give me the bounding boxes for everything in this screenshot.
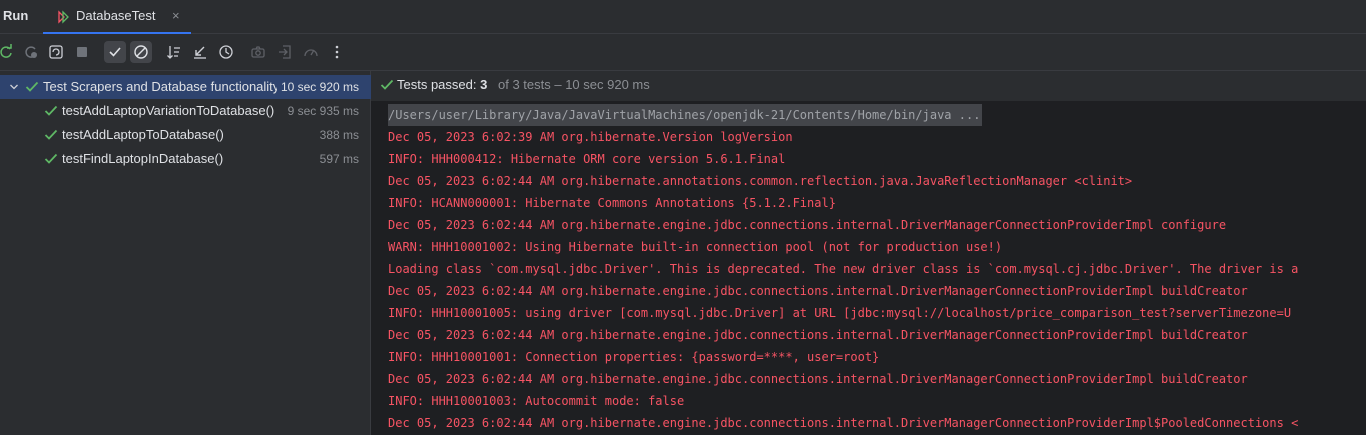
tree-item[interactable]: testAddLaptopVariationToDatabase() 9 sec… <box>0 99 371 123</box>
tree-item-duration: 597 ms <box>319 152 359 166</box>
show-passed-icon[interactable] <box>104 41 126 63</box>
console-line: Dec 05, 2023 6:02:44 AM org.hibernate.en… <box>388 416 1299 430</box>
passed-check-icon <box>25 81 39 92</box>
console-line: INFO: HHH10001001: Connection properties… <box>388 350 880 364</box>
console-line: Dec 05, 2023 6:02:44 AM org.hibernate.en… <box>388 372 1248 386</box>
test-status-bar: Tests passed: 3 of 3 tests – 10 sec 920 … <box>371 71 1366 101</box>
console-output[interactable]: /Users/user/Library/Java/JavaVirtualMach… <box>376 102 1366 435</box>
gauge-icon[interactable] <box>301 42 321 62</box>
close-icon[interactable]: × <box>172 8 180 23</box>
console-line: Loading class `com.mysql.jdbc.Driver'. T… <box>388 262 1299 276</box>
import-icon[interactable] <box>275 42 295 62</box>
console-line: Dec 05, 2023 6:02:44 AM org.hibernate.en… <box>388 328 1248 342</box>
collapse-icon[interactable] <box>190 42 210 62</box>
tree-item[interactable]: testFindLaptopInDatabase() 597 ms <box>0 147 371 171</box>
tree-item-duration: 10 sec 920 ms <box>280 80 359 94</box>
tree-root-item[interactable]: Test Scrapers and Database functionality… <box>0 75 371 99</box>
console-line: INFO: HHH10001003: Autocommit mode: fals… <box>388 394 685 408</box>
passed-check-icon <box>44 129 58 140</box>
tests-passed-count: 3 <box>480 77 488 92</box>
tab-database-test[interactable]: DatabaseTest × <box>43 0 191 34</box>
passed-check-icon <box>44 105 58 116</box>
tests-passed-text: Tests passed: 3 <box>397 77 488 92</box>
passed-check-icon <box>44 153 58 164</box>
console-command-line[interactable]: /Users/user/Library/Java/JavaVirtualMach… <box>388 104 983 126</box>
tree-item[interactable]: testAddLaptopToDatabase() 388 ms <box>0 123 371 147</box>
console-line: INFO: HHH10001005: using driver [com.mys… <box>388 306 1292 320</box>
console-line: Dec 05, 2023 6:02:39 AM org.hibernate.Ve… <box>388 130 793 144</box>
run-toolbar <box>0 34 1366 71</box>
show-ignored-icon[interactable] <box>130 41 152 63</box>
console-line: Dec 05, 2023 6:02:44 AM org.hibernate.en… <box>388 284 1248 298</box>
tab-label: DatabaseTest <box>76 8 156 23</box>
sort-by-duration-icon[interactable] <box>216 42 236 62</box>
chevron-down-icon[interactable] <box>8 81 20 93</box>
tree-item-duration: 9 sec 935 ms <box>287 104 359 118</box>
tree-item-label: testAddLaptopVariationToDatabase() <box>62 103 275 118</box>
toggle-auto-test-icon[interactable] <box>46 42 66 62</box>
stop-icon[interactable] <box>72 42 92 62</box>
tree-item-duration: 388 ms <box>319 128 359 142</box>
console-line: Dec 05, 2023 6:02:44 AM org.hibernate.an… <box>388 174 1133 188</box>
tool-window-header: Run DatabaseTest × <box>0 0 1366 34</box>
console-line: INFO: HCANN000001: Hibernate Commons Ann… <box>388 196 836 210</box>
sort-alphabetically-icon[interactable] <box>164 42 184 62</box>
rerun-icon[interactable] <box>0 42 16 62</box>
tree-item-label: testFindLaptopInDatabase() <box>62 151 224 166</box>
console-line: INFO: HHH000412: Hibernate ORM core vers… <box>388 152 786 166</box>
camera-icon[interactable] <box>248 42 268 62</box>
more-icon[interactable] <box>327 42 347 62</box>
run-config-icon <box>58 10 69 24</box>
tree-item-label: testAddLaptopToDatabase() <box>62 127 224 142</box>
passed-check-icon <box>380 79 394 90</box>
console-line: WARN: HHH10001002: Using Hibernate built… <box>388 240 1003 254</box>
tests-summary: of 3 tests – 10 sec 920 ms <box>498 77 650 92</box>
rerun-failed-icon[interactable] <box>21 42 41 62</box>
tool-window-title: Run <box>3 8 29 23</box>
test-tree: Test Scrapers and Database functionality… <box>0 71 371 435</box>
console-line: Dec 05, 2023 6:02:44 AM org.hibernate.en… <box>388 218 1227 232</box>
tree-item-label: Test Scrapers and Database functionality <box>43 79 277 94</box>
